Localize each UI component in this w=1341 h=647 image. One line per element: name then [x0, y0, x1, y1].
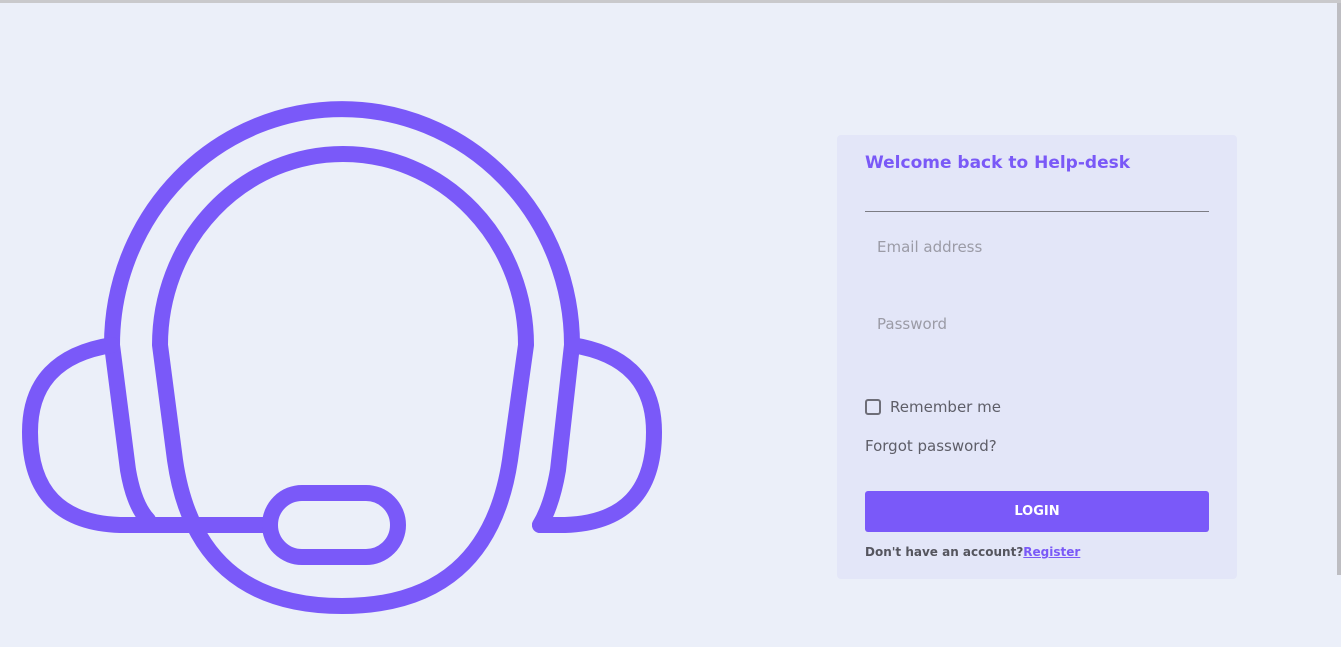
login-button[interactable]: LOGIN [865, 491, 1209, 532]
remember-me-row[interactable]: Remember me [865, 398, 1001, 416]
password-field[interactable] [865, 304, 1209, 344]
remember-me-checkbox[interactable] [865, 399, 881, 415]
title-divider [865, 211, 1209, 212]
login-card: Welcome back to Help-desk Remember me Fo… [837, 135, 1237, 579]
register-prompt: Don't have an account?Register [865, 545, 1080, 559]
forgot-password-link[interactable]: Forgot password? [865, 437, 997, 455]
login-title: Welcome back to Help-desk [865, 153, 1131, 173]
headset-icon [22, 101, 662, 614]
scrollbar[interactable] [1337, 3, 1341, 575]
register-link[interactable]: Register [1023, 545, 1080, 559]
email-field[interactable] [865, 227, 1209, 267]
remember-me-label: Remember me [890, 398, 1001, 416]
no-account-text: Don't have an account? [865, 545, 1024, 559]
